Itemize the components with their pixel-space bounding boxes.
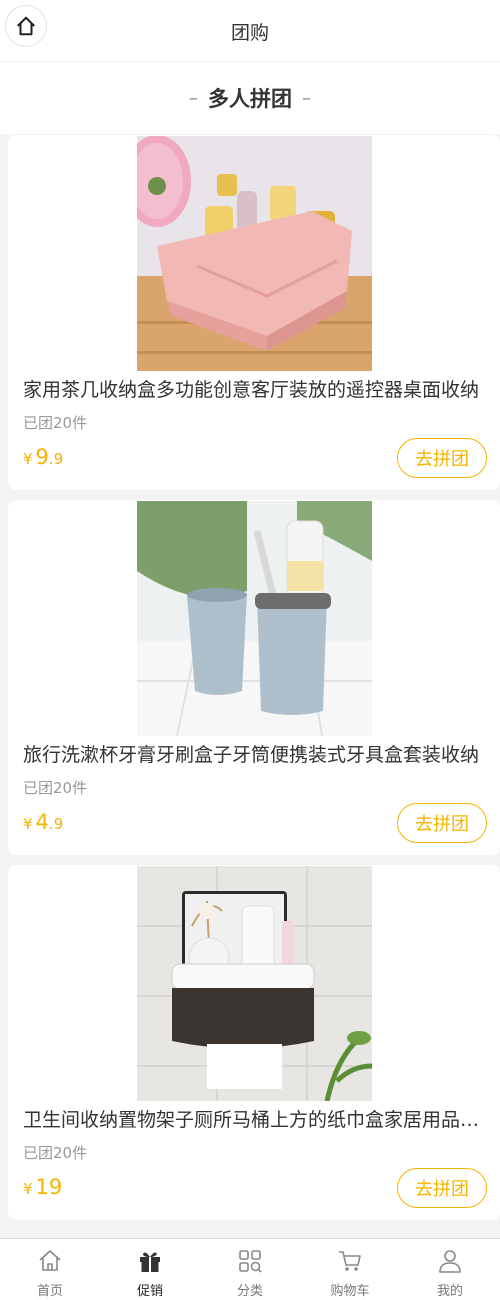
- tab-cart[interactable]: 购物车: [300, 1239, 400, 1300]
- section-header: – 多人拼团 –: [0, 62, 500, 134]
- price-decimal: .9: [48, 815, 64, 833]
- sold-count: 已团20件: [23, 779, 88, 797]
- product-card[interactable]: 卫生间收纳置物架子厕所马桶上方的纸巾盒家居用品收纳 已团20件 ¥19 去拼团: [8, 865, 500, 1220]
- join-group-button[interactable]: 去拼团: [397, 1168, 487, 1208]
- tab-label: 促销: [136, 1284, 163, 1299]
- bottom-tab-bar: 首页 促销 分类 购物车 我的: [0, 1238, 500, 1300]
- product-image[interactable]: [137, 501, 372, 736]
- product-title[interactable]: 旅行洗漱杯牙膏牙刷盒子牙筒便携装式牙具盒套装收纳: [23, 740, 485, 767]
- product-image[interactable]: [137, 866, 372, 1101]
- product-price: ¥9.9: [23, 445, 63, 469]
- join-group-button[interactable]: 去拼团: [397, 438, 487, 478]
- currency-symbol: ¥: [23, 450, 33, 468]
- currency-symbol: ¥: [23, 1180, 33, 1198]
- title-dash-left: –: [189, 87, 198, 109]
- home-icon: [39, 1250, 61, 1271]
- product-price: ¥19: [23, 1175, 62, 1199]
- join-group-button[interactable]: 去拼团: [397, 803, 487, 843]
- top-bar: 团购: [0, 0, 500, 62]
- product-title[interactable]: 家用茶几收纳盒多功能创意客厅装放的遥控器桌面收纳: [23, 375, 485, 402]
- currency-symbol: ¥: [23, 815, 33, 833]
- price-decimal: .9: [48, 450, 64, 468]
- title-dash-right: –: [302, 87, 311, 109]
- section-title: 多人拼团: [208, 87, 292, 111]
- tab-category[interactable]: 分类: [200, 1239, 300, 1300]
- tab-label: 首页: [36, 1284, 63, 1299]
- tab-home[interactable]: 首页: [0, 1239, 100, 1300]
- tab-label: 我的: [436, 1284, 463, 1299]
- product-card[interactable]: 旅行洗漱杯牙膏牙刷盒子牙筒便携装式牙具盒套装收纳 已团20件 ¥4.9 去拼团: [8, 500, 500, 855]
- product-image[interactable]: [137, 136, 372, 371]
- tab-label: 分类: [236, 1284, 263, 1299]
- tab-promotion[interactable]: 促销: [100, 1239, 200, 1300]
- gift-icon: [140, 1252, 160, 1272]
- sold-count: 已团20件: [23, 414, 88, 432]
- product-card[interactable]: 家用茶几收纳盒多功能创意客厅装放的遥控器桌面收纳 已团20件 ¥9.9 去拼团: [8, 135, 500, 490]
- price-integer: 4: [35, 810, 49, 834]
- category-icon: [239, 1250, 262, 1273]
- price-integer: 19: [35, 1175, 63, 1199]
- tab-profile[interactable]: 我的: [400, 1239, 500, 1300]
- product-title[interactable]: 卫生间收纳置物架子厕所马桶上方的纸巾盒家居用品收纳: [23, 1105, 485, 1132]
- page-title: 团购: [230, 22, 269, 44]
- user-icon: [439, 1250, 461, 1273]
- price-integer: 9: [35, 445, 49, 469]
- sold-count: 已团20件: [23, 1144, 88, 1162]
- tab-label: 购物车: [330, 1284, 370, 1299]
- cart-icon: [339, 1251, 361, 1271]
- product-price: ¥4.9: [23, 810, 63, 834]
